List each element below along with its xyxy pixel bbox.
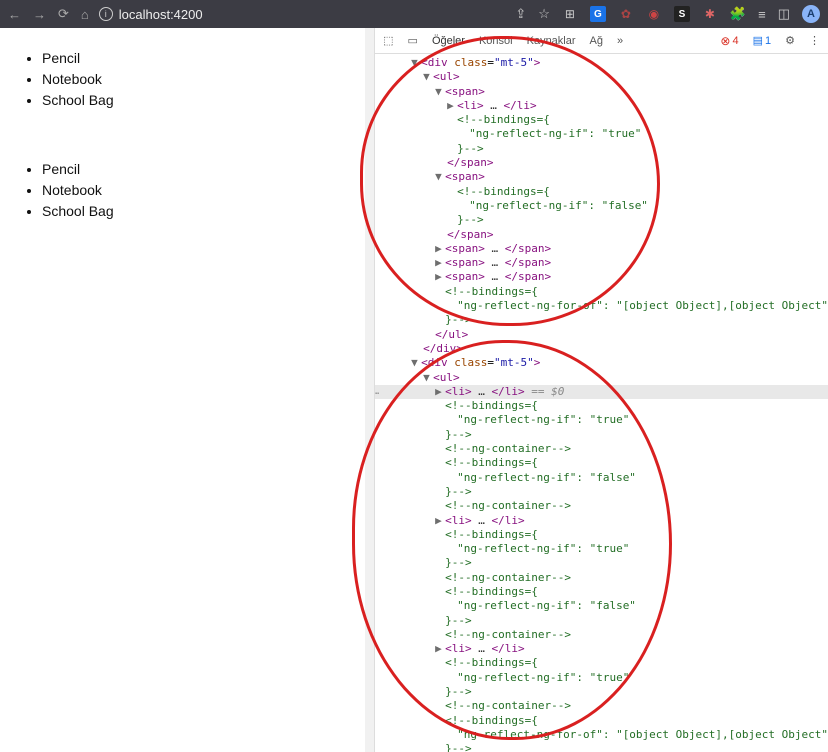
panel-icon[interactable]: ◫ <box>778 6 790 22</box>
bookmark-icon[interactable]: ☆ <box>538 6 550 22</box>
settings-icon[interactable]: ⚙ <box>785 34 795 47</box>
extensions-icon[interactable]: 🧩 <box>730 6 746 22</box>
avatar[interactable]: A <box>802 5 820 23</box>
share-icon[interactable]: ⇪ <box>515 6 526 22</box>
tab-elements[interactable]: Öğeler <box>432 35 465 47</box>
ext-icon-translate[interactable]: G <box>590 6 606 22</box>
ext-icon-s[interactable]: S <box>674 6 690 22</box>
ext-icon-3[interactable]: ✿ <box>618 6 634 22</box>
list-item: Pencil <box>42 48 355 69</box>
message-badge[interactable]: 1 <box>753 34 772 47</box>
elements-tree[interactable]: ▼<div class="mt-5"> ▼<ul> ▼<span> ▶<li> … <box>375 54 828 752</box>
home-button[interactable]: ⌂ <box>81 7 89 22</box>
back-button[interactable]: ← <box>8 7 21 22</box>
error-badge[interactable]: 4 <box>720 34 738 48</box>
forward-button[interactable]: → <box>33 7 46 22</box>
tab-network[interactable]: Ağ <box>590 35 603 47</box>
page-viewport: Pencil Notebook School Bag Pencil Notebo… <box>0 28 365 752</box>
reading-list-icon[interactable]: ≡ <box>758 7 766 22</box>
inspect-icon[interactable]: ⬚ <box>383 34 393 47</box>
site-info-icon[interactable]: i <box>99 7 113 21</box>
tab-console[interactable]: Konsol <box>479 35 513 47</box>
list-item: School Bag <box>42 90 355 111</box>
ext-icon-6[interactable]: ✱ <box>702 6 718 22</box>
list-item: Notebook <box>42 69 355 90</box>
product-list-1: Pencil Notebook School Bag <box>32 48 355 111</box>
list-item: Pencil <box>42 159 355 180</box>
kebab-icon[interactable]: ⋮ <box>809 34 820 47</box>
tab-more[interactable]: » <box>617 35 623 47</box>
ext-icon-4[interactable]: ◉ <box>646 6 662 22</box>
devtools-gutter[interactable] <box>365 28 374 752</box>
list-item: Notebook <box>42 180 355 201</box>
device-toggle-icon[interactable]: ▭ <box>408 34 418 47</box>
list-item: School Bag <box>42 201 355 222</box>
tab-sources[interactable]: Kaynaklar <box>527 35 576 47</box>
browser-toolbar: ← → ⟳ ⌂ i localhost:4200 ⇪ ☆ ⊞ G ✿ ◉ S ✱… <box>0 0 828 28</box>
url-text[interactable]: localhost:4200 <box>119 7 203 22</box>
ext-icon-1[interactable]: ⊞ <box>562 6 578 22</box>
devtools-panel: ⬚ ▭ Öğeler Konsol Kaynaklar Ağ » 4 1 ⚙ ⋮… <box>374 28 828 752</box>
reload-button[interactable]: ⟳ <box>58 6 69 22</box>
product-list-2: Pencil Notebook School Bag <box>32 159 355 222</box>
devtools-toolbar: ⬚ ▭ Öğeler Konsol Kaynaklar Ağ » 4 1 ⚙ ⋮ <box>375 28 828 54</box>
